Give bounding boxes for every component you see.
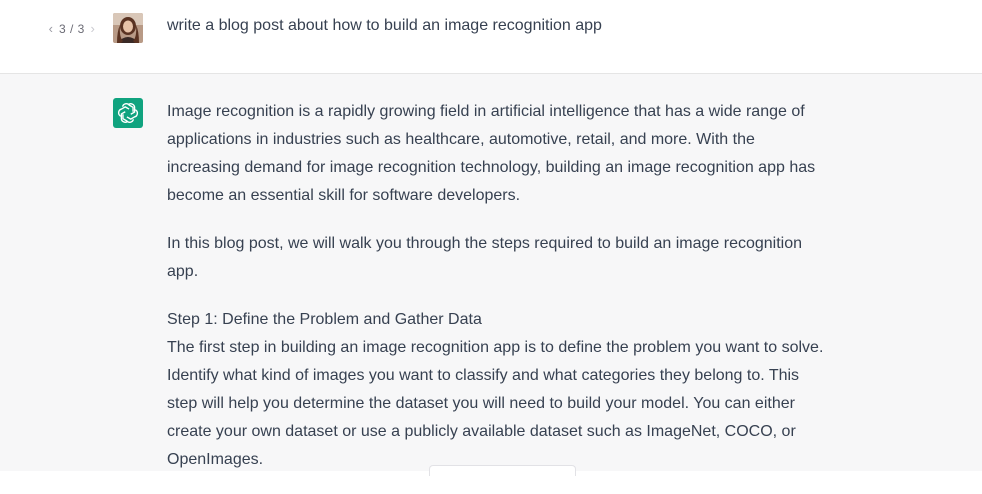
assistant-message-row: Image recognition is a rapidly growing f… [0,74,982,476]
answer-paragraph-overview: In this blog post, we will walk you thro… [167,235,803,280]
user-message-text: write a blog post about how to build an … [167,17,602,34]
user-avatar [113,13,143,43]
chevron-left-icon[interactable]: ‹ [47,21,55,36]
answer-step-body: The first step in building an image reco… [167,339,824,468]
answer-paragraph-intro: Image recognition is a rapidly growing f… [167,103,816,204]
response-pager: ‹ 3 / 3 › [47,21,97,36]
assistant-message-text: Image recognition is a rapidly growing f… [167,98,827,494]
openai-logo-icon [113,98,143,128]
answer-step-heading: Step 1: Define the Problem and Gather Da… [167,311,482,328]
chevron-right-icon[interactable]: › [89,21,97,36]
pager-position: 3 / 3 [59,21,85,36]
user-message-row: ‹ 3 / 3 › write a blog post about how to… [0,0,982,74]
